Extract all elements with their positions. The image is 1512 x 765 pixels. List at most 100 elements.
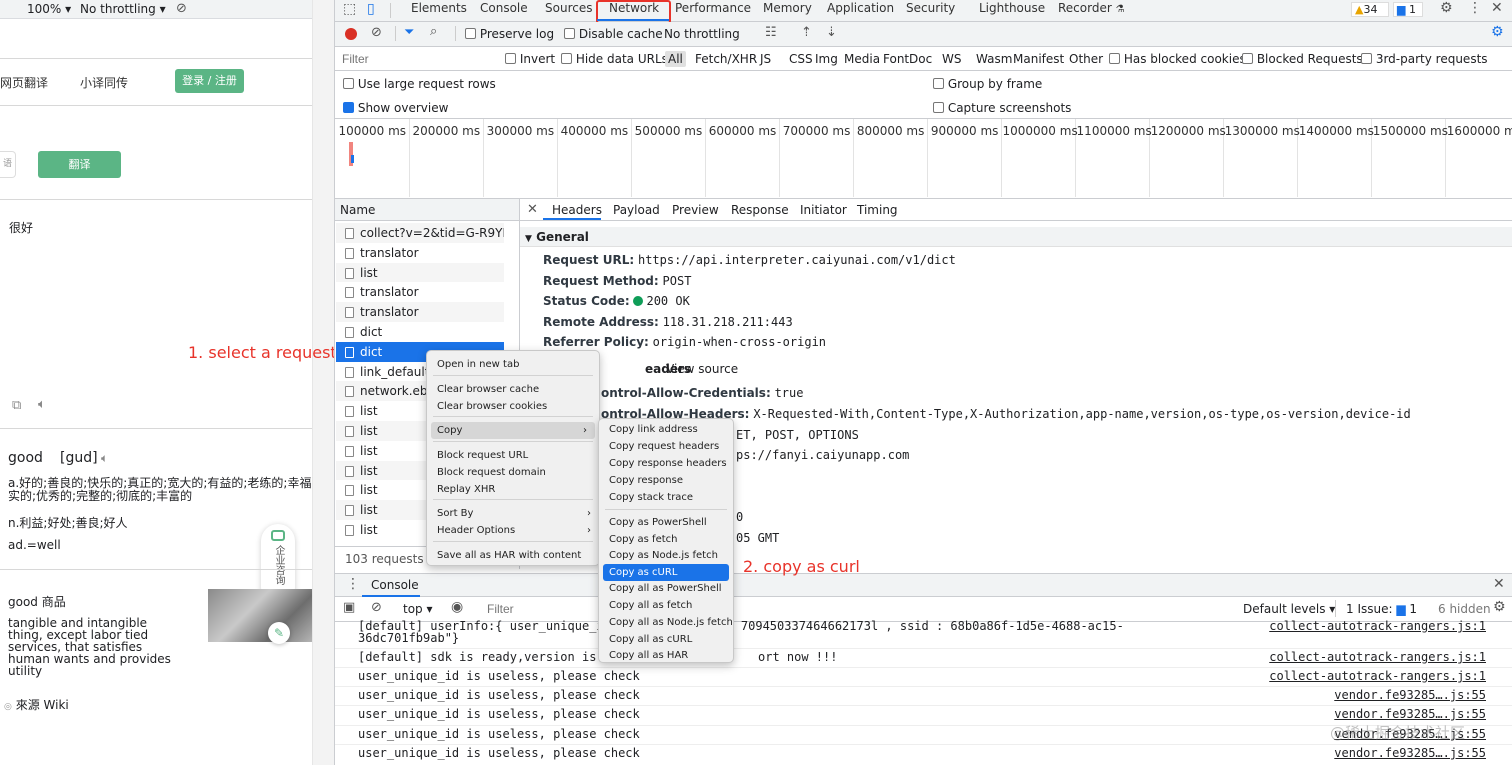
detail-tab-preview[interactable]: Preview (672, 203, 719, 217)
edit-icon[interactable]: ✎ (268, 622, 290, 644)
menu-item-block-request-domain[interactable]: Block request domain (427, 464, 599, 481)
copy-item-copy-all-as-curl[interactable]: Copy all as cURL (599, 631, 733, 648)
console-settings-icon[interactable]: ⚙ (1493, 599, 1506, 615)
more-options-icon[interactable]: ⋮ (1468, 0, 1482, 16)
export-har-icon[interactable]: ⇣ (826, 25, 837, 40)
menu-item-clear-browser-cookies[interactable]: Clear browser cookies (427, 398, 599, 415)
copy-item-copy-as-node-js-fetch[interactable]: Copy as Node.js fetch (599, 547, 733, 564)
inspect-icon[interactable]: ⬚ (343, 1, 356, 17)
copy-item-copy-as-fetch[interactable]: Copy as fetch (599, 531, 733, 548)
network-conditions-icon[interactable]: ☷ (765, 25, 777, 40)
checkbox[interactable] (561, 53, 572, 64)
menu-item-save-all-as-har-with-content[interactable]: Save all as HAR with content (427, 547, 599, 564)
preserve-log-checkbox[interactable]: Preserve log (465, 27, 554, 41)
header-value[interactable]: ps://fanyi.caiyunapp.com (736, 448, 909, 462)
blocked-requests-checkbox[interactable]: Blocked Requests (1242, 51, 1363, 67)
messages-badge[interactable]: ▆ 1 (1393, 2, 1423, 17)
log-levels-select[interactable]: Default levels ▾ (1243, 602, 1335, 616)
zoom-select[interactable]: 100% ▾ (27, 2, 71, 16)
detail-tab-payload[interactable]: Payload (613, 203, 660, 217)
drawer-menu-icon[interactable]: ⋮ (346, 576, 360, 592)
request-row[interactable]: translator (336, 242, 504, 263)
overview-timeline[interactable]: 100000 ms 200000 ms 300000 ms 400000 ms 5000… (335, 119, 1512, 199)
network-settings-icon[interactable]: ⚙ (1491, 24, 1504, 40)
translate-button[interactable]: 翻译 (38, 151, 121, 178)
console-source-link[interactable]: collect-autotrack-rangers.js:1 (1269, 619, 1486, 633)
header-value[interactable]: 200 OK (646, 294, 689, 308)
tab-console[interactable]: Console (480, 0, 528, 20)
close-devtools-icon[interactable]: ✕ (1491, 0, 1503, 16)
name-column-header[interactable]: Name (335, 199, 519, 221)
type-filter-js[interactable]: JS (757, 51, 774, 67)
type-filter-manifest[interactable]: Manifest (1010, 51, 1067, 67)
checkbox[interactable] (465, 28, 476, 39)
context-select[interactable]: top ▾ (403, 602, 433, 616)
header-value[interactable]: 05 GMT (736, 531, 779, 545)
menu-item-copy[interactable]: Copy › (431, 422, 595, 439)
menu-item-replay-xhr[interactable]: Replay XHR (427, 481, 599, 498)
copy-item-copy-all-as-har[interactable]: Copy all as HAR (599, 647, 733, 664)
throttling-select[interactable]: No throttling ▾ (80, 2, 166, 16)
type-filter-other[interactable]: Other (1066, 51, 1106, 67)
live-expression-eye-icon[interactable]: ◉ (451, 599, 463, 615)
checkbox[interactable] (505, 53, 516, 64)
import-har-icon[interactable]: ⇡ (801, 25, 812, 40)
header-value[interactable]: POST (663, 274, 692, 288)
copy-item-copy-all-as-fetch[interactable]: Copy all as fetch (599, 597, 733, 614)
language-chip[interactable]: 语 (0, 151, 16, 178)
console-source-link[interactable]: vendor.fe93285….js:55 (1334, 688, 1486, 702)
third-party-checkbox[interactable]: 3rd-party requests (1361, 51, 1488, 67)
copy-icon[interactable]: ⧉ (12, 398, 21, 413)
tab-sources[interactable]: Sources (545, 0, 592, 20)
detail-tab-initiator[interactable]: Initiator (800, 203, 847, 217)
header-value[interactable]: origin-when-cross-origin (653, 335, 826, 349)
console-source-link[interactable]: vendor.fe93285….js:55 (1334, 707, 1486, 721)
detail-tab-timing[interactable]: Timing (857, 203, 898, 217)
copy-item-copy-response-headers[interactable]: Copy response headers (599, 455, 733, 472)
copy-item-copy-as-curl[interactable]: Copy as cURL (603, 564, 729, 581)
header-value[interactable]: 0 (736, 510, 743, 524)
request-row[interactable]: list (336, 262, 504, 283)
device-toggle-icon[interactable]: ▯ (367, 1, 375, 17)
warnings-badge[interactable]: ▲34 (1351, 2, 1389, 17)
filter-icon[interactable]: ⏷ (404, 25, 414, 40)
checkbox-checked[interactable] (343, 102, 354, 113)
tab-lighthouse[interactable]: Lighthouse (979, 0, 1045, 20)
detail-tab-response[interactable]: Response (731, 203, 789, 217)
drawer-tab-console[interactable]: Console (371, 578, 419, 592)
checkbox[interactable] (933, 102, 944, 113)
header-value[interactable]: https://api.interpreter.caiyunai.com/v1/… (638, 253, 956, 267)
network-filter-input[interactable] (339, 50, 493, 68)
checkbox[interactable] (1109, 53, 1120, 64)
console-filter-input[interactable] (483, 600, 1233, 618)
type-filter-ws[interactable]: WS (939, 51, 964, 67)
close-drawer-icon[interactable]: ✕ (1493, 576, 1505, 592)
checkbox[interactable] (564, 28, 575, 39)
show-overview-checkbox[interactable]: Show overview (343, 101, 448, 115)
blocked-cookies-checkbox[interactable]: Has blocked cookies (1109, 51, 1246, 67)
group-by-frame-checkbox[interactable]: Group by frame (933, 77, 1042, 91)
type-filter-all[interactable]: All (665, 51, 686, 67)
speaker-icon[interactable]: 🔈︎ (38, 397, 46, 412)
page-scrollbar[interactable] (312, 0, 334, 765)
search-icon[interactable]: ⌕ (430, 24, 437, 39)
copy-item-copy-all-as-powershell[interactable]: Copy all as PowerShell (599, 580, 733, 597)
pronounce-icon[interactable]: 🔈︎ (101, 451, 108, 466)
invert-checkbox[interactable]: Invert (505, 51, 555, 67)
copy-item-copy-stack-trace[interactable]: Copy stack trace (599, 489, 733, 506)
checkbox[interactable] (343, 78, 354, 89)
tab-network[interactable]: Network (609, 0, 659, 20)
view-source-link[interactable]: View source (666, 362, 738, 376)
tab-performance[interactable]: Performance (675, 0, 751, 20)
console-source-link[interactable]: collect-autotrack-rangers.js:1 (1269, 650, 1486, 664)
general-section-header[interactable]: ▼ General (520, 227, 1512, 247)
checkbox[interactable] (933, 78, 944, 89)
detail-tab-headers[interactable]: Headers (552, 203, 602, 217)
header-value[interactable]: ET, POST, OPTIONS (736, 428, 859, 442)
copy-item-copy-all-as-node-js-fetch[interactable]: Copy all as Node.js fetch (599, 614, 733, 631)
header-value[interactable]: 118.31.218.211:443 (663, 315, 793, 329)
request-row[interactable]: collect?v=2&tid=G-R9YP... (336, 223, 504, 243)
menu-item-open-in-new-tab[interactable]: Open in new tab (427, 356, 599, 373)
disable-cache-checkbox[interactable]: Disable cache (564, 27, 663, 41)
input-text[interactable]: 很好 (9, 219, 33, 236)
